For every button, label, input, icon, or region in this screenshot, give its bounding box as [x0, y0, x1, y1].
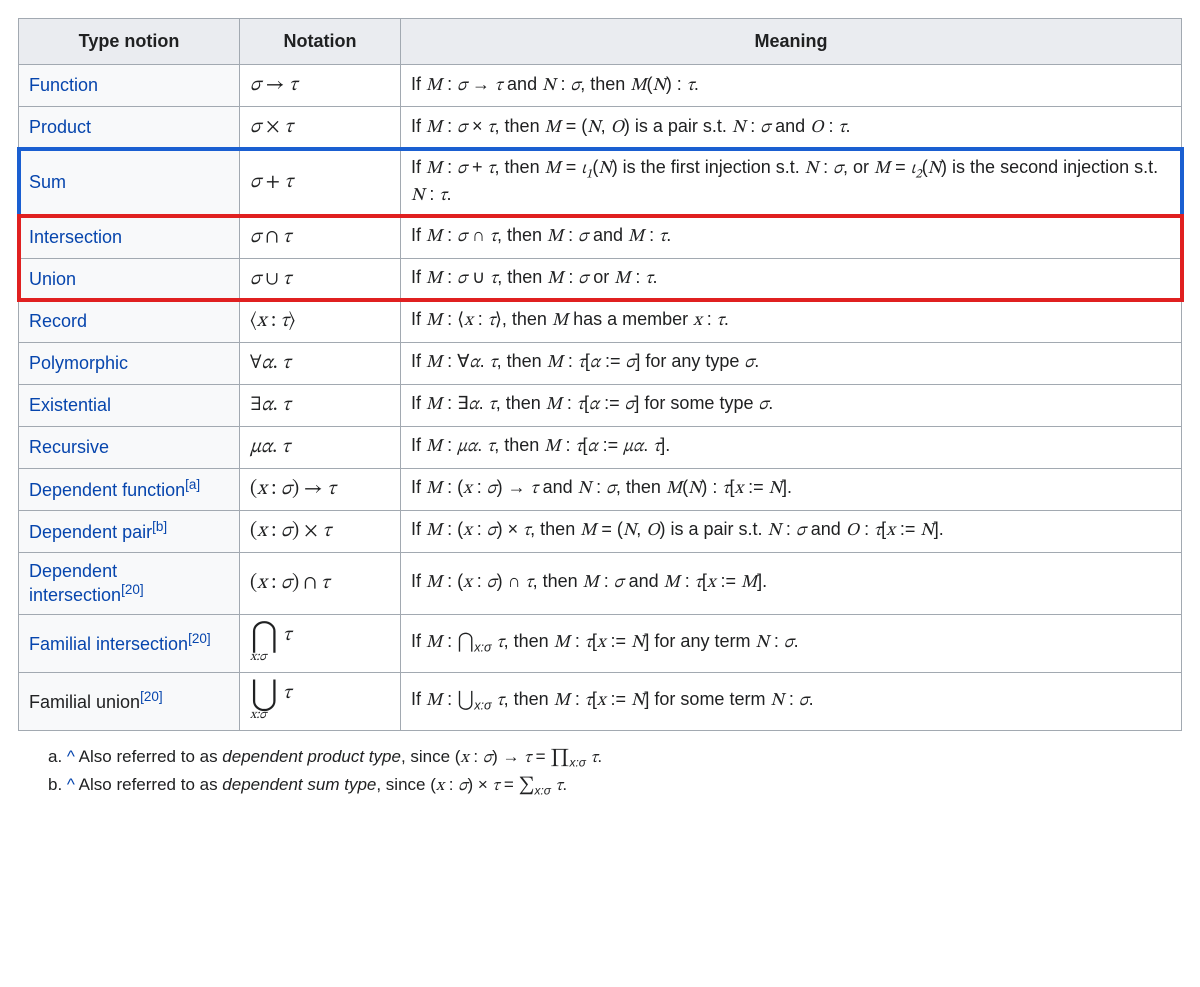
table-row: Sumσ + τIf M : σ + τ, then M = ι1(N) is … — [19, 149, 1182, 217]
table-row: Record⟨x : τ⟩If M : ⟨x : τ⟩, then M has … — [19, 300, 1182, 342]
table-row: Intersectionσ ∩ τIf M : σ ∩ τ, then M : … — [19, 216, 1182, 258]
meaning-cell: If M : σ + τ, then M = ι1(N) is the firs… — [401, 149, 1182, 217]
table-row: Familial union[20]⋃x:σ τIf M : ⋃x:σ τ, t… — [19, 672, 1182, 730]
meaning-cell: If M : σ ∩ τ, then M : σ and M : τ. — [401, 216, 1182, 258]
table-body: Functionσ → τIf M : σ → τ and N : σ, the… — [19, 65, 1182, 731]
notation-cell: (x : σ) ∩ τ — [240, 552, 401, 614]
notation-cell: σ ∪ τ — [240, 258, 401, 300]
meaning-cell: If M : ∃α. τ, then M : τ[α := σ] for som… — [401, 384, 1182, 426]
footnotes: a. ^ Also referred to as dependent produ… — [48, 747, 1182, 798]
type-notion-cell[interactable]: Function — [19, 65, 240, 107]
type-notion-cell[interactable]: Dependent pair[b] — [19, 510, 240, 552]
meaning-cell: If M : (x : σ) ∩ τ, then M : σ and M : τ… — [401, 552, 1182, 614]
table-row: Productσ × τIf M : σ × τ, then M = (N, O… — [19, 107, 1182, 149]
notation-cell: ⋃x:σ τ — [240, 672, 401, 730]
meaning-cell: If M : σ → τ and N : σ, then M(N) : τ. — [401, 65, 1182, 107]
table-row: Unionσ ∪ τIf M : σ ∪ τ, then M : σ or M … — [19, 258, 1182, 300]
notation-cell: σ ∩ τ — [240, 216, 401, 258]
type-notion-cell[interactable]: Familial union[20] — [19, 672, 240, 730]
type-notion-cell[interactable]: Sum — [19, 149, 240, 217]
table-row: Dependent pair[b](x : σ) × τIf M : (x : … — [19, 510, 1182, 552]
table-header-row: Type notion Notation Meaning — [19, 19, 1182, 65]
type-notions-table: Type notion Notation Meaning Functionσ →… — [18, 18, 1182, 731]
notation-cell: σ → τ — [240, 65, 401, 107]
notation-cell: ∃α. τ — [240, 384, 401, 426]
table-wrap: Type notion Notation Meaning Functionσ →… — [18, 18, 1182, 731]
meaning-cell: If M : σ × τ, then M = (N, O) is a pair … — [401, 107, 1182, 149]
notation-cell: ⟨x : τ⟩ — [240, 300, 401, 342]
footnote: a. ^ Also referred to as dependent produ… — [48, 747, 1182, 769]
type-notion-cell[interactable]: Recursive — [19, 426, 240, 468]
type-notion-cell[interactable]: Dependent intersection[20] — [19, 552, 240, 614]
notation-cell: σ + τ — [240, 149, 401, 217]
meaning-cell: If M : (x : σ) × τ, then M = (N, O) is a… — [401, 510, 1182, 552]
notation-cell: σ × τ — [240, 107, 401, 149]
notation-cell: (x : σ) → τ — [240, 468, 401, 510]
footnote: b. ^ Also referred to as dependent sum t… — [48, 775, 1182, 797]
header-meaning: Meaning — [401, 19, 1182, 65]
meaning-cell: If M : ⟨x : τ⟩, then M has a member x : … — [401, 300, 1182, 342]
type-notion-cell[interactable]: Record — [19, 300, 240, 342]
table-row: Polymorphic∀α. τIf M : ∀α. τ, then M : τ… — [19, 342, 1182, 384]
meaning-cell: If M : σ ∪ τ, then M : σ or M : τ. — [401, 258, 1182, 300]
notation-cell: (x : σ) × τ — [240, 510, 401, 552]
table-row: Dependent function[a](x : σ) → τIf M : (… — [19, 468, 1182, 510]
meaning-cell: If M : ∀α. τ, then M : τ[α := σ] for any… — [401, 342, 1182, 384]
notation-cell: μα. τ — [240, 426, 401, 468]
meaning-cell: If M : ⋂x:σ τ, then M : τ[x := N] for an… — [401, 614, 1182, 672]
header-type-notion: Type notion — [19, 19, 240, 65]
type-notion-cell[interactable]: Intersection — [19, 216, 240, 258]
table-row: Familial intersection[20]⋂x:σ τIf M : ⋂x… — [19, 614, 1182, 672]
type-notion-cell[interactable]: Polymorphic — [19, 342, 240, 384]
table-row: Dependent intersection[20](x : σ) ∩ τIf … — [19, 552, 1182, 614]
header-notation: Notation — [240, 19, 401, 65]
type-notion-cell[interactable]: Product — [19, 107, 240, 149]
type-notion-cell[interactable]: Dependent function[a] — [19, 468, 240, 510]
table-row: Existential∃α. τIf M : ∃α. τ, then M : τ… — [19, 384, 1182, 426]
meaning-cell: If M : ⋃x:σ τ, then M : τ[x := N] for so… — [401, 672, 1182, 730]
meaning-cell: If M : (x : σ) → τ and N : σ, then M(N) … — [401, 468, 1182, 510]
notation-cell: ∀α. τ — [240, 342, 401, 384]
table-row: Recursiveμα. τIf M : μα. τ, then M : τ[α… — [19, 426, 1182, 468]
type-notion-cell[interactable]: Existential — [19, 384, 240, 426]
meaning-cell: If M : μα. τ, then M : τ[α := μα. τ]. — [401, 426, 1182, 468]
table-row: Functionσ → τIf M : σ → τ and N : σ, the… — [19, 65, 1182, 107]
type-notion-cell[interactable]: Union — [19, 258, 240, 300]
type-notion-cell[interactable]: Familial intersection[20] — [19, 614, 240, 672]
notation-cell: ⋂x:σ τ — [240, 614, 401, 672]
